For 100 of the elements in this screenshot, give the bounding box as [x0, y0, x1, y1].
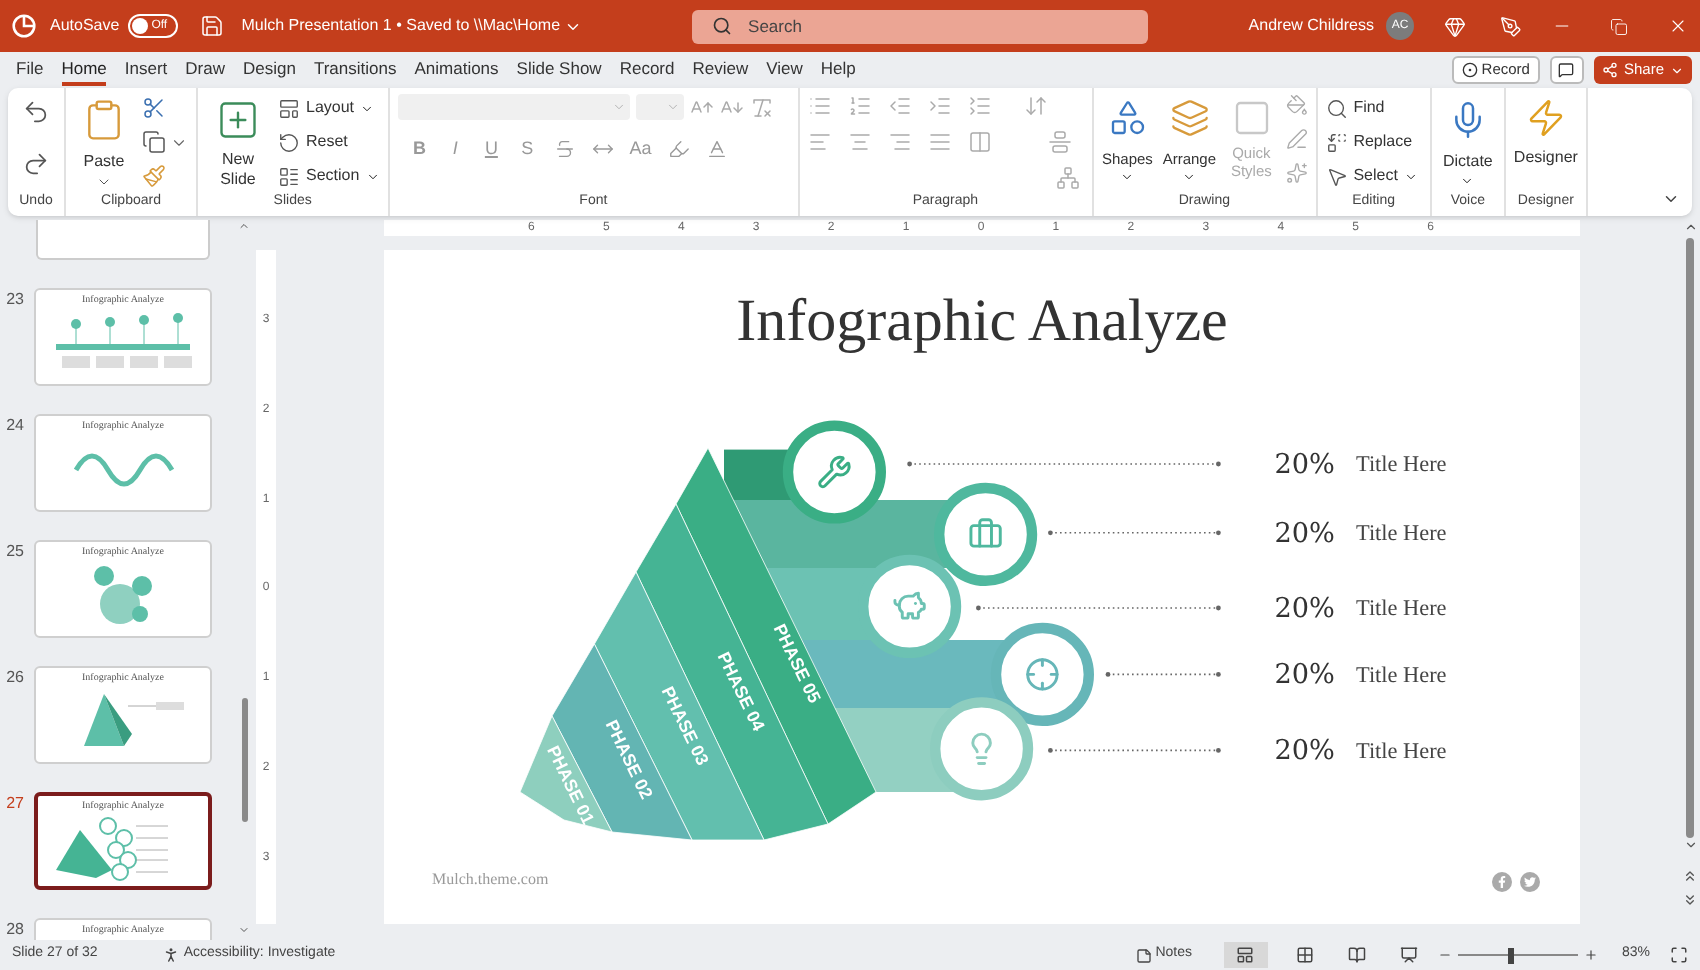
menu-tab[interactable]: View	[766, 54, 803, 86]
save-icon[interactable]	[199, 14, 224, 38]
align-text-icon[interactable]	[1047, 130, 1072, 154]
caret-icon[interactable]	[1403, 169, 1418, 183]
caret-icon[interactable]	[360, 101, 375, 115]
slides-menu-button[interactable]: Reset	[278, 128, 380, 156]
designer-button[interactable]: Designer	[1513, 94, 1578, 170]
new-slide-button[interactable]: New Slide	[206, 94, 270, 190]
comment-button[interactable]	[1549, 56, 1584, 84]
smartart-icon[interactable]	[1055, 166, 1080, 190]
scissors-icon[interactable]	[142, 96, 166, 120]
editing-button[interactable]: Replace	[1325, 128, 1422, 156]
quick-styles-icon	[1231, 98, 1272, 138]
paintbrush-icon[interactable]	[142, 164, 166, 188]
crosshair-icon	[1027, 659, 1058, 690]
menu-tab[interactable]: Transitions	[313, 54, 397, 86]
line-spacing-icon[interactable]	[967, 94, 992, 118]
item-title: Title Here	[1356, 522, 1447, 546]
menu-tab[interactable]: Design	[243, 54, 296, 86]
effects-icon[interactable]	[1285, 162, 1308, 184]
scroll-up-icon[interactable]	[1683, 220, 1697, 234]
fit-to-window-icon[interactable]	[1670, 946, 1688, 964]
highlighter-icon[interactable]	[667, 138, 690, 161]
item-title: Title Here	[1356, 453, 1447, 478]
zoom-out-icon[interactable]	[1437, 948, 1452, 962]
piggy-bank-icon	[894, 593, 925, 619]
accessibility-icon[interactable]	[161, 946, 180, 964]
paste-button[interactable]: Paste	[74, 94, 134, 190]
increase-indent-icon[interactable]	[927, 94, 952, 118]
diamond-icon[interactable]	[1444, 15, 1466, 37]
normal-view-button[interactable]	[1223, 942, 1268, 968]
twitter-icon[interactable]	[1520, 872, 1540, 892]
scroll-down-icon[interactable]	[1683, 838, 1697, 852]
fill-icon[interactable]	[1285, 94, 1308, 116]
align-right-icon[interactable]	[887, 130, 912, 154]
align-left-icon[interactable]	[807, 130, 832, 154]
menu-tab[interactable]: Animations	[414, 54, 499, 86]
shrink-font-icon[interactable]	[719, 95, 744, 119]
justify-icon[interactable]	[927, 130, 952, 154]
menu-tab[interactable]: Record	[619, 54, 675, 86]
scrollbar-thumb[interactable]	[241, 698, 247, 822]
editing-button[interactable]: Select	[1325, 162, 1422, 190]
copy-icon[interactable]	[142, 130, 166, 154]
search-icon	[1325, 97, 1348, 119]
section-icon	[278, 165, 300, 187]
caret-icon[interactable]	[1182, 170, 1197, 185]
menu-tab[interactable]: File	[16, 54, 44, 86]
dictate-button[interactable]: Dictate	[1439, 94, 1496, 188]
slide-sorter-icon[interactable]	[1295, 946, 1314, 964]
caret-icon[interactable]	[1120, 170, 1135, 185]
strikethrough-icon[interactable]	[553, 138, 576, 161]
new-slide-icon	[216, 98, 260, 142]
item-title: Title Here	[1356, 663, 1447, 688]
menu-tab[interactable]: Help	[820, 54, 856, 86]
decrease-indent-icon[interactable]	[887, 94, 912, 118]
redo-icon[interactable]	[22, 150, 50, 178]
record-icon	[1461, 62, 1478, 78]
font-color-icon[interactable]	[705, 138, 728, 161]
next-slide-icon[interactable]	[1682, 892, 1698, 908]
collapse-ribbon-icon[interactable]	[1662, 190, 1680, 208]
slide-thumbnail[interactable]	[36, 220, 210, 260]
menu-tab[interactable]: Draw	[185, 54, 225, 86]
caret-icon[interactable]	[1460, 174, 1475, 188]
menu-tab[interactable]: Review	[692, 54, 749, 86]
font-name-field[interactable]	[397, 94, 630, 120]
facebook-icon[interactable]	[1492, 872, 1512, 892]
scrollbar-thumb[interactable]	[1686, 238, 1694, 838]
clear-format-icon[interactable]	[749, 95, 774, 119]
user-name[interactable]: Andrew Childress	[1248, 14, 1374, 38]
menu-tab[interactable]: Insert	[124, 54, 168, 86]
caret-icon[interactable]	[1670, 63, 1684, 77]
slideshow-icon[interactable]	[1399, 946, 1418, 964]
pen-icon[interactable]	[1500, 15, 1522, 37]
font-size-field[interactable]	[635, 94, 684, 120]
notes-icon	[1135, 947, 1152, 963]
previous-slide-icon[interactable]	[1682, 868, 1698, 884]
align-center-icon[interactable]	[847, 130, 872, 154]
numbering-icon[interactable]	[847, 94, 872, 118]
grow-font-icon[interactable]	[689, 95, 714, 119]
undo-icon[interactable]	[22, 98, 50, 126]
columns-icon[interactable]	[967, 130, 992, 154]
slides-menu-button[interactable]: Section	[278, 162, 380, 190]
briefcase-icon	[970, 519, 1001, 547]
zoom-in-icon[interactable]	[1583, 948, 1598, 962]
editing-button[interactable]: Find	[1325, 94, 1422, 122]
reading-view-icon[interactable]	[1347, 946, 1366, 964]
caret-icon[interactable]	[365, 169, 380, 183]
close-icon[interactable]	[1668, 16, 1688, 36]
restore-icon[interactable]	[1610, 17, 1628, 35]
lightning-icon	[1525, 98, 1566, 138]
outline-icon[interactable]	[1285, 128, 1308, 150]
zoom-slider[interactable]	[1457, 946, 1578, 964]
slide-number: 28	[4, 918, 26, 940]
search-field[interactable]: Search	[692, 9, 1149, 43]
layers-icon	[1169, 98, 1210, 138]
menu-tab[interactable]: Slide Show	[516, 54, 602, 86]
text-direction-icon[interactable]	[1023, 94, 1048, 118]
slides-menu-button[interactable]: Layout	[278, 94, 380, 122]
document-title[interactable]: Mulch Presentation 1 • Saved to \\Mac\Home	[241, 14, 561, 38]
caret-icon[interactable]	[96, 174, 112, 190]
